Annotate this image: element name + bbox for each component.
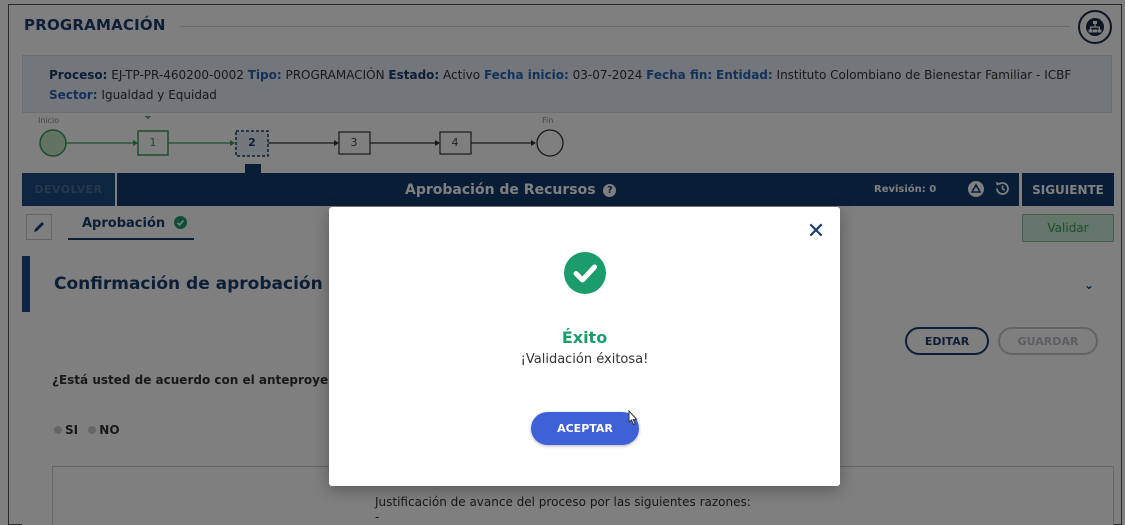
close-icon[interactable]: ✕ xyxy=(804,218,828,246)
modal-title: Éxito xyxy=(561,328,608,347)
mouse-cursor-icon xyxy=(628,410,638,426)
aceptar-button[interactable]: ACEPTAR xyxy=(531,412,639,445)
modal-message: ¡Validación éxitosa! xyxy=(520,352,649,367)
success-check-icon xyxy=(564,252,606,294)
